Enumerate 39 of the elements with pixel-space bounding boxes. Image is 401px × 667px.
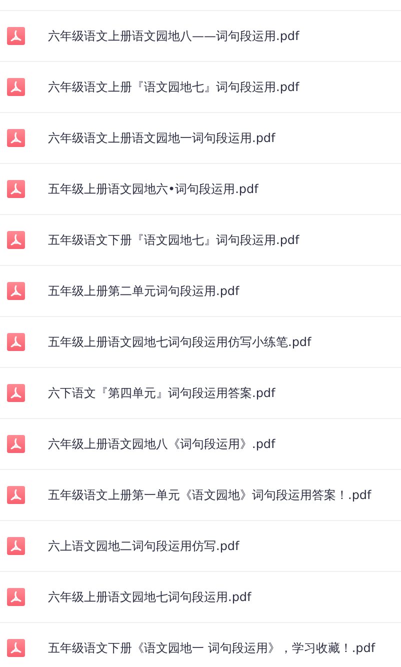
pdf-file-icon xyxy=(7,435,25,453)
file-item[interactable]: 六年级语文上册语文园地八——词句段运用.pdf xyxy=(0,11,401,62)
file-name: 六年级上册语文园地八《词句段运用》.pdf xyxy=(48,436,276,452)
file-name: 五年级语文下册《语文园地一 词句段运用》，学习收藏！.pdf xyxy=(48,640,376,656)
file-item[interactable]: 六上语文园地二词句段运用仿写.pdf xyxy=(0,521,401,572)
file-item[interactable]: 五年级上册语文园地七词句段运用仿写小练笔.pdf xyxy=(0,317,401,368)
file-name: 五年级上册语文园地六•词句段运用.pdf xyxy=(48,180,258,198)
pdf-file-icon xyxy=(7,231,25,249)
pdf-file-icon xyxy=(7,78,25,96)
file-name: 六上语文园地二词句段运用仿写.pdf xyxy=(48,538,240,554)
pdf-file-icon xyxy=(7,333,25,351)
file-name: 六年级上册语文园地七词句段运用.pdf xyxy=(48,588,252,606)
pdf-file-icon xyxy=(7,486,25,504)
pdf-file-icon xyxy=(7,27,25,45)
file-item[interactable]: 六年级语文上册『语文园地七』词句段运用.pdf xyxy=(0,62,401,113)
file-name: 五年级上册第二单元词句段运用.pdf xyxy=(48,282,240,300)
pdf-file-icon xyxy=(7,282,25,300)
pdf-file-icon xyxy=(7,588,25,606)
pdf-file-icon xyxy=(7,639,25,657)
file-item[interactable]: 六年级语文上册语文园地一词句段运用.pdf xyxy=(0,113,401,164)
file-item[interactable]: 五年级上册第二单元词句段运用.pdf xyxy=(0,266,401,317)
file-item[interactable]: 六年级上册语文园地八《词句段运用》.pdf xyxy=(0,419,401,470)
file-item[interactable]: 六年级上册语文园地七词句段运用.pdf xyxy=(0,572,401,623)
file-name: 六年级语文上册语文园地一词句段运用.pdf xyxy=(48,130,276,146)
file-name: 六年级语文上册『语文园地七』词句段运用.pdf xyxy=(48,78,300,96)
file-item[interactable]: 五年级语文上册第一单元《语文园地》词句段运用答案！.pdf xyxy=(0,470,401,521)
pdf-file-icon xyxy=(7,384,25,402)
file-name: 五年级语文下册『语文园地七』词句段运用.pdf xyxy=(48,232,300,248)
file-item[interactable]: 五年级语文下册《语文园地一 词句段运用》，学习收藏！.pdf xyxy=(0,623,401,667)
file-name: 五年级上册语文园地七词句段运用仿写小练笔.pdf xyxy=(48,334,312,350)
file-name: 五年级语文上册第一单元《语文园地》词句段运用答案！.pdf xyxy=(48,486,372,504)
pdf-file-icon xyxy=(7,129,25,147)
file-item[interactable]: 六下语文『第四单元』词句段运用答案.pdf xyxy=(0,368,401,419)
file-item[interactable]: 五年级上册语文园地六•词句段运用.pdf xyxy=(0,164,401,215)
file-item[interactable]: 五年级语文下册『语文园地七』词句段运用.pdf xyxy=(0,215,401,266)
file-name: 六下语文『第四单元』词句段运用答案.pdf xyxy=(48,384,276,402)
pdf-file-icon xyxy=(7,180,25,198)
file-name: 六年级语文上册语文园地八——词句段运用.pdf xyxy=(48,28,300,44)
pdf-file-icon xyxy=(7,537,25,555)
